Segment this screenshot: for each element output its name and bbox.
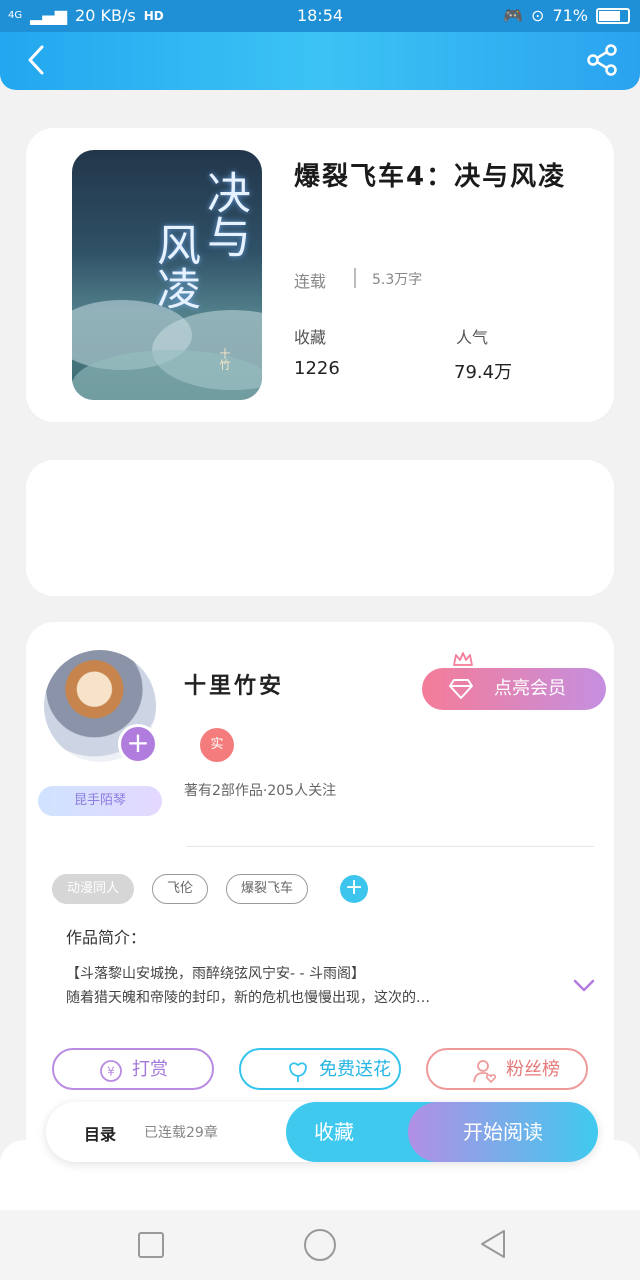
author-stats: 著有2部作品·205人关注 [184, 783, 337, 799]
divider [186, 846, 594, 847]
reward-button[interactable]: ¥ 打赏 [52, 1048, 214, 1090]
book-cover[interactable]: 决与 风凌 十竹 [72, 150, 262, 400]
cover-title-line2: 风凌 [149, 222, 200, 310]
author-name[interactable]: 十里竹安 [184, 668, 284, 700]
ad-placeholder-card [26, 460, 614, 596]
status-bar: 4G ▂▄▆ 20 KB/s HD 18:54 🎮 ⊙ 71% [0, 0, 640, 32]
system-navigation-bar [0, 1210, 640, 1280]
tag-item[interactable]: 动漫同人 [52, 874, 135, 904]
intro-label: 作品简介： [66, 928, 147, 947]
home-icon[interactable] [304, 1229, 336, 1261]
diamond-icon [449, 679, 473, 699]
chevron-left-icon[interactable] [20, 42, 56, 78]
tag-item[interactable]: 飞伦 [152, 874, 209, 904]
bottom-action-bar: 目录 已连载29章 收藏 开始阅读 [46, 1102, 598, 1162]
flower-icon [289, 1062, 307, 1082]
follow-plus-icon[interactable]: + [118, 724, 158, 764]
activate-vip-button[interactable]: 点亮会员 [422, 668, 606, 710]
fans-label: 粉丝榜 [506, 1059, 560, 1080]
author-card: + 昆手陌琴 十里竹安 实 著有2部作品·205人关注 点亮会员 动漫同人 飞伦… [26, 622, 614, 1182]
divider [354, 268, 356, 288]
send-flower-button[interactable]: 免费送花 [239, 1048, 401, 1090]
intro-line: 【斗落黎山安城挽，雨醉绕弦风宁安- - 斗雨阁】 [66, 966, 366, 982]
serial-status: 连载 [294, 272, 327, 291]
cover-author: 十竹 [218, 348, 231, 370]
chapter-count: 已连载29章 [144, 1125, 218, 1141]
battery-percent: 71% [552, 6, 588, 25]
book-title: 爆裂飞车4：决与风凌 [294, 162, 567, 192]
user-heart-icon [473, 1060, 497, 1084]
popularity-value: 79.4万 [454, 362, 513, 383]
svg-text:¥: ¥ [107, 1065, 115, 1079]
intro-line: 随着猎天魄和帝陵的封印，新的危机也慢慢出现，这次的… [66, 990, 430, 1006]
gamepad-icon: 🎮 [503, 6, 524, 25]
top-navigation [0, 32, 640, 90]
chevron-down-icon[interactable] [572, 978, 596, 994]
favorites-value: 1226 [294, 358, 340, 379]
cover-title-line1: 决与 [199, 170, 250, 258]
lock-rotation-icon: ⊙ [531, 6, 545, 25]
crown-icon [453, 652, 473, 666]
toc-button[interactable]: 目录 [84, 1121, 116, 1145]
share-icon[interactable] [582, 40, 622, 80]
level-badge: 昆手陌琴 [38, 786, 162, 816]
tag-item[interactable]: 爆裂飞车 [226, 874, 309, 904]
add-tag-icon[interactable]: + [340, 875, 369, 903]
word-count: 5.3万字 [372, 272, 423, 288]
back-triangle-icon[interactable] [478, 1228, 508, 1260]
fans-ranking-button[interactable]: 粉丝榜 [426, 1048, 588, 1090]
favorites-label: 收藏 [294, 328, 327, 347]
vip-button-label: 点亮会员 [494, 678, 566, 699]
book-info-card: 决与 风凌 十竹 爆裂飞车4：决与风凌 连载 5.3万字 收藏 人气 1226 … [26, 128, 614, 422]
start-reading-button[interactable]: 开始阅读 [408, 1102, 598, 1162]
verified-badge: 实 [200, 728, 234, 762]
popularity-label: 人气 [456, 328, 489, 347]
flower-label: 免费送花 [319, 1059, 391, 1080]
reward-label: 打赏 [132, 1059, 168, 1080]
battery-icon [596, 7, 630, 24]
tag-list: 动漫同人 飞伦 爆裂飞车 + [52, 874, 369, 904]
recent-apps-icon[interactable] [138, 1232, 164, 1258]
intro-text: 【斗落黎山安城挽，雨醉绕弦风宁安- - 斗雨阁】 随着猎天魄和帝陵的封印，新的危… [66, 962, 546, 1010]
yen-coin-icon: ¥ [100, 1060, 122, 1082]
